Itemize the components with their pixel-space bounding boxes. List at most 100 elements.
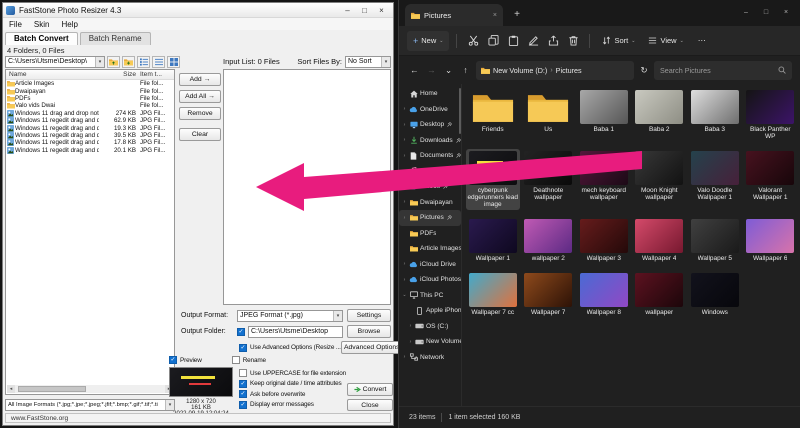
checkbox[interactable]: ✓	[239, 390, 247, 398]
checkbox[interactable]: ✓	[169, 356, 177, 364]
scroll-thumb[interactable]	[18, 386, 86, 392]
file-row[interactable]: PDFsFile fol...	[6, 95, 174, 102]
delete-icon[interactable]	[564, 31, 582, 51]
grid-item-wallpaper-4[interactable]: Wallpaper 4	[633, 217, 687, 264]
output-format-combobox[interactable]: JPEG Format (*.jpg) ▾	[237, 310, 343, 322]
minimize-button[interactable]: –	[339, 4, 356, 16]
grid-item-wallpaper-7[interactable]: Wallpaper 7	[522, 271, 576, 318]
grid-item-black-panther-wp[interactable]: Black Panther WP	[744, 88, 798, 142]
sidebar-item-videos[interactable]: Videos	[399, 179, 461, 195]
sidebar-item-new-volume-d[interactable]: ›New Volume (D:)	[399, 334, 461, 350]
grid-item-baba-2[interactable]: Baba 2	[633, 88, 687, 142]
option-preview[interactable]: ✓Preview	[169, 356, 202, 364]
grid-item-deathnote-wallpaper[interactable]: Deathnote wallpaper	[522, 149, 576, 210]
browse-button[interactable]: Browse	[347, 325, 391, 338]
folder-up-icon[interactable]	[107, 56, 120, 68]
grid-item-wallpaper-7-cc[interactable]: Wallpaper 7 cc	[466, 271, 520, 318]
file-row[interactable]: Windows 11 regedit drag and drop no...62…	[6, 117, 174, 124]
sidebar-item-this-pc[interactable]: ⌄This PC	[399, 288, 461, 304]
option-display-error-messages[interactable]: ✓Display error messages	[239, 401, 346, 409]
clear-button[interactable]: Clear	[179, 128, 221, 141]
new-tab-button[interactable]: +	[509, 6, 525, 22]
grid-item-valo-doodle-wallpaper-1[interactable]: Valo Doodle Wallpaper 1	[688, 149, 742, 210]
scroll-track[interactable]	[15, 385, 165, 393]
sidebar-item-icloud-photos[interactable]: ›iCloud Photos	[399, 272, 461, 288]
file-row[interactable]: Valo vids DwaiFile fol...	[6, 102, 174, 109]
rename-icon[interactable]	[524, 31, 542, 51]
advanced-options-button[interactable]: Advanced Options	[341, 341, 403, 354]
folder-new-icon[interactable]	[122, 56, 135, 68]
sidebar-item-desktop[interactable]: ›Desktop	[399, 117, 461, 133]
add-all-button[interactable]: Add All →	[179, 90, 221, 103]
add-button[interactable]: Add →	[179, 73, 221, 86]
settings-button[interactable]: Settings	[347, 309, 391, 322]
column-name[interactable]: Name	[6, 71, 99, 78]
forward-button[interactable]: →	[424, 65, 439, 76]
file-row[interactable]: DwaipayanFile fol...	[6, 87, 174, 94]
view-thumbs-icon[interactable]	[167, 56, 180, 68]
tab-pictures[interactable]: Pictures ×	[405, 4, 503, 26]
sidebar-item-pdfs[interactable]: PDFs	[399, 226, 461, 242]
grid-item-valorant-wallpaper-1[interactable]: Valorant Wallpaper 1	[744, 149, 798, 210]
grid-item-wallpaper[interactable]: wallpaper	[633, 271, 687, 318]
sort-combobox[interactable]: No Sort ▾	[345, 56, 391, 68]
sidebar-item-apple-iphone[interactable]: Apple iPhone	[399, 303, 461, 319]
grid-item-wallpaper-8[interactable]: Wallpaper 8	[577, 271, 631, 318]
grid-item-windows[interactable]: Windows	[688, 271, 742, 318]
grid-item-wallpaper-2[interactable]: wallpaper 2	[522, 217, 576, 264]
sidebar-item-pictures[interactable]: ›Pictures	[399, 210, 461, 226]
new-button[interactable]: + New ⌄	[407, 31, 449, 51]
sidebar-item-downloads[interactable]: ›Downloads	[399, 133, 461, 149]
sidebar-item-os-c[interactable]: ›OS (C:)	[399, 319, 461, 335]
view-button[interactable]: View ⌄	[643, 31, 688, 51]
menu-skin[interactable]: Skin	[28, 20, 56, 29]
grid-item-us[interactable]: Us	[522, 88, 576, 142]
maximize-button[interactable]: □	[356, 4, 373, 16]
recent-button[interactable]: ⌄	[441, 65, 456, 76]
close-button[interactable]: ×	[776, 0, 796, 24]
grid-item-wallpaper-1[interactable]: Wallpaper 1	[466, 217, 520, 264]
menu-file[interactable]: File	[3, 20, 28, 29]
convert-button[interactable]: Convert	[347, 383, 393, 396]
menu-help[interactable]: Help	[55, 20, 83, 29]
file-row[interactable]: Windows 11 regedit drag and drop no...17…	[6, 139, 174, 146]
dropdown-arrow-icon[interactable]: ▾	[165, 400, 174, 410]
share-icon[interactable]	[544, 31, 562, 51]
dropdown-arrow-icon[interactable]: ▾	[381, 57, 390, 67]
up-button[interactable]: ↑	[458, 65, 473, 76]
checkbox[interactable]: ✓	[239, 344, 247, 352]
tab-batch-rename[interactable]: Batch Rename	[80, 32, 151, 45]
grid-item-moon-knight-wallpaper[interactable]: Moon Knight wallpaper	[633, 149, 687, 210]
sidebar-scrollbar[interactable]	[459, 88, 461, 134]
output-folder-field[interactable]: C:\Users\Utsme\Desktop	[248, 326, 343, 338]
status-link[interactable]: www.FastStone.org	[11, 415, 68, 422]
grid-item-friends[interactable]: Friends	[466, 88, 520, 142]
maximize-button[interactable]: □	[756, 0, 776, 24]
grid-item-wallpaper-6[interactable]: Wallpaper 6	[744, 217, 798, 264]
sidebar-item-home[interactable]: Home	[399, 86, 461, 102]
dropdown-arrow-icon[interactable]: ▾	[333, 311, 342, 321]
scroll-left-icon[interactable]: ◂	[7, 385, 15, 393]
breadcrumb[interactable]: New Volume (D:)›Pictures	[476, 61, 634, 80]
tab-batch-convert[interactable]: Batch Convert	[5, 32, 78, 45]
dropdown-arrow-icon[interactable]: ▾	[95, 57, 104, 67]
cut-icon[interactable]	[464, 31, 482, 51]
checkbox[interactable]	[239, 369, 247, 377]
horizontal-scrollbar[interactable]: ◂ ▸	[7, 385, 173, 393]
view-list-icon[interactable]	[137, 56, 150, 68]
sort-button[interactable]: Sort ⌄	[597, 31, 640, 51]
file-row[interactable]: Windows 11 regedit drag and drop no...39…	[6, 132, 174, 139]
input-list[interactable]	[223, 69, 391, 305]
sidebar-item-icloud-drive[interactable]: ›iCloud Drive	[399, 257, 461, 273]
option-ask-before-overwrite[interactable]: ✓Ask before overwrite	[239, 390, 346, 398]
refresh-icon[interactable]: ↻	[637, 65, 651, 76]
grid-item-baba-1[interactable]: Baba 1	[577, 88, 631, 142]
file-row[interactable]: Windows 11 drag and drop not workin...27…	[6, 110, 174, 117]
option-use-uppercase-for-file-extension[interactable]: Use UPPERCASE for file extension	[239, 369, 346, 377]
minimize-button[interactable]: –	[736, 0, 756, 24]
grid-item-wallpaper-3[interactable]: Wallpaper 3	[577, 217, 631, 264]
grid-item-cyberpunk-edgerunners-lead-image[interactable]: cyberpunk edgerunners lead image	[466, 149, 520, 210]
grid-item-wallpaper-5[interactable]: Wallpaper 5	[688, 217, 742, 264]
sidebar-item-article-images[interactable]: Article Images	[399, 241, 461, 257]
path-combobox[interactable]: C:\Users\Utsme\Desktop\ ▾	[5, 56, 105, 68]
